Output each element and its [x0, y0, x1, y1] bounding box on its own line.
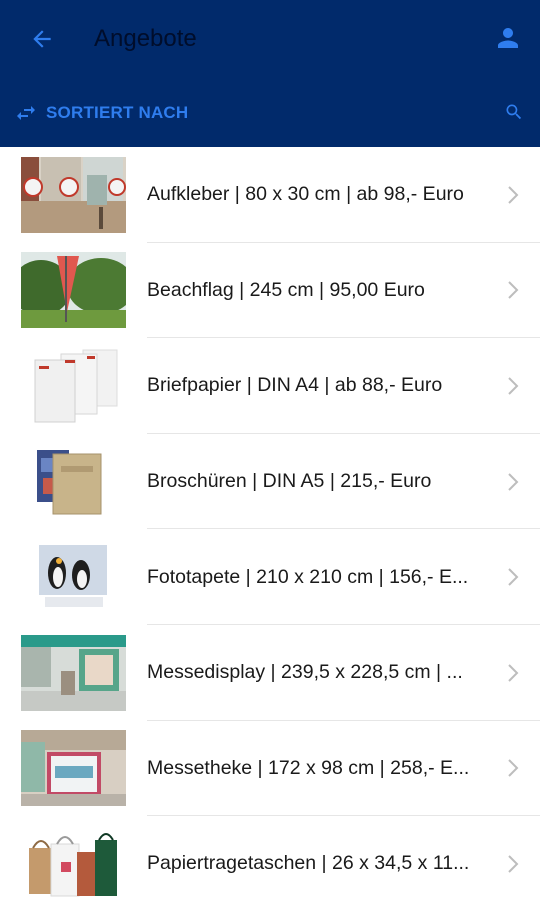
arrow-left-icon — [33, 30, 51, 48]
sort-bar: SORTIERT NACH — [0, 78, 540, 147]
back-button[interactable] — [22, 19, 62, 59]
item-thumbnail — [21, 730, 126, 807]
item-thumbnail — [21, 156, 126, 233]
item-text: Briefpapier | DIN A4 | ab 88,- Euro — [147, 338, 540, 434]
item-label: Messetheke | 172 x 98 cm | 258,- E... — [147, 756, 470, 779]
item-thumbnail — [21, 443, 126, 520]
list-item[interactable]: Papiertragetaschen | 26 x 34,5 x 11... — [0, 816, 540, 900]
item-text: Messedisplay | 239,5 x 228,5 cm | ... — [147, 625, 540, 721]
chevron-right-icon — [508, 377, 519, 395]
list-item[interactable]: Aufkleber | 80 x 30 cm | ab 98,- Euro — [0, 147, 540, 243]
item-text: Broschüren | DIN A5 | 215,- Euro — [147, 434, 540, 530]
item-text: Aufkleber | 80 x 30 cm | ab 98,- Euro — [147, 147, 540, 243]
list-item[interactable]: Beachflag | 245 cm | 95,00 Euro — [0, 243, 540, 339]
chevron-right-icon — [508, 568, 519, 586]
list-item[interactable]: Messedisplay | 239,5 x 228,5 cm | ... — [0, 625, 540, 721]
chevron-right-icon — [508, 186, 519, 204]
list-item[interactable]: Fototapete | 210 x 210 cm | 156,- E... — [0, 529, 540, 625]
app-bar: Angebote SORTIERT NACH — [0, 0, 540, 147]
swap-arrows-icon — [17, 105, 35, 120]
search-icon — [506, 104, 522, 120]
item-label: Beachflag | 245 cm | 95,00 Euro — [147, 278, 425, 301]
item-text: Fototapete | 210 x 210 cm | 156,- E... — [147, 529, 540, 625]
chevron-right-icon — [508, 472, 519, 491]
offer-list: Aufkleber | 80 x 30 cm | ab 98,- Euro Be… — [0, 147, 540, 900]
item-thumbnail — [21, 347, 126, 424]
item-thumbnail — [21, 539, 126, 616]
list-item[interactable]: Messetheke | 172 x 98 cm | 258,- E... — [0, 721, 540, 817]
item-thumbnail — [21, 252, 126, 329]
item-thumbnail — [21, 634, 126, 711]
chevron-right-icon — [508, 281, 519, 300]
sort-label: SORTIERT NACH — [46, 102, 189, 122]
sort-button[interactable]: SORTIERT NACH — [14, 101, 188, 125]
list-item[interactable]: Broschüren | DIN A5 | 215,- Euro — [0, 434, 540, 530]
search-button[interactable] — [502, 100, 526, 124]
item-thumbnail — [21, 825, 126, 900]
chevron-right-icon — [508, 759, 519, 778]
user-button[interactable] — [492, 22, 524, 54]
item-label: Briefpapier | DIN A4 | ab 88,- Euro — [147, 374, 443, 397]
item-label: Fototapete | 210 x 210 cm | 156,- E... — [147, 565, 469, 588]
item-text: Papiertragetaschen | 26 x 34,5 x 11... — [147, 816, 540, 900]
chevron-right-icon — [508, 855, 519, 873]
item-label: Aufkleber | 80 x 30 cm | ab 98,- Euro — [147, 183, 464, 206]
item-text: Messetheke | 172 x 98 cm | 258,- E... — [147, 721, 540, 817]
item-label: Papiertragetaschen | 26 x 34,5 x 11... — [147, 852, 470, 875]
person-icon — [498, 28, 518, 48]
chevron-right-icon — [508, 664, 519, 682]
top-bar: Angebote — [0, 0, 540, 78]
page-title: Angebote — [94, 25, 197, 52]
list-item[interactable]: Briefpapier | DIN A4 | ab 88,- Euro — [0, 338, 540, 434]
item-text: Beachflag | 245 cm | 95,00 Euro — [147, 243, 540, 339]
app-screen: Angebote SORTIERT NACH Aufkleber | 80 x … — [0, 0, 540, 900]
item-label: Messedisplay | 239,5 x 228,5 cm | ... — [147, 661, 463, 684]
item-label: Broschüren | DIN A5 | 215,- Euro — [147, 470, 432, 493]
